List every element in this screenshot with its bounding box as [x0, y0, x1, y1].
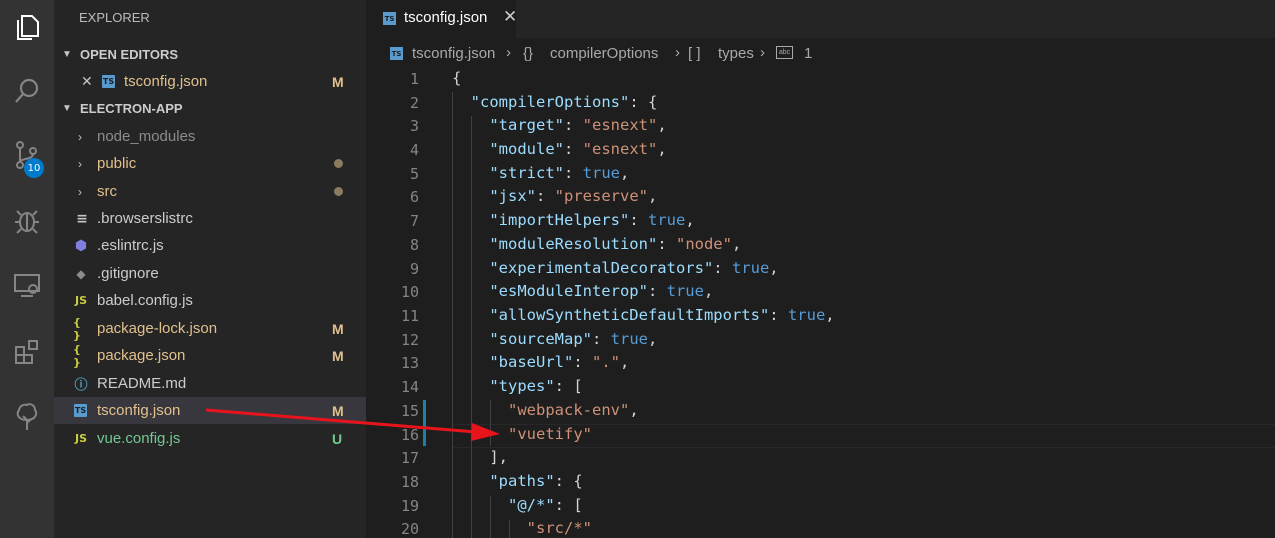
arrow-shaft	[205, 408, 477, 434]
arrow-head	[471, 423, 500, 441]
annotation-arrow	[205, 408, 500, 441]
